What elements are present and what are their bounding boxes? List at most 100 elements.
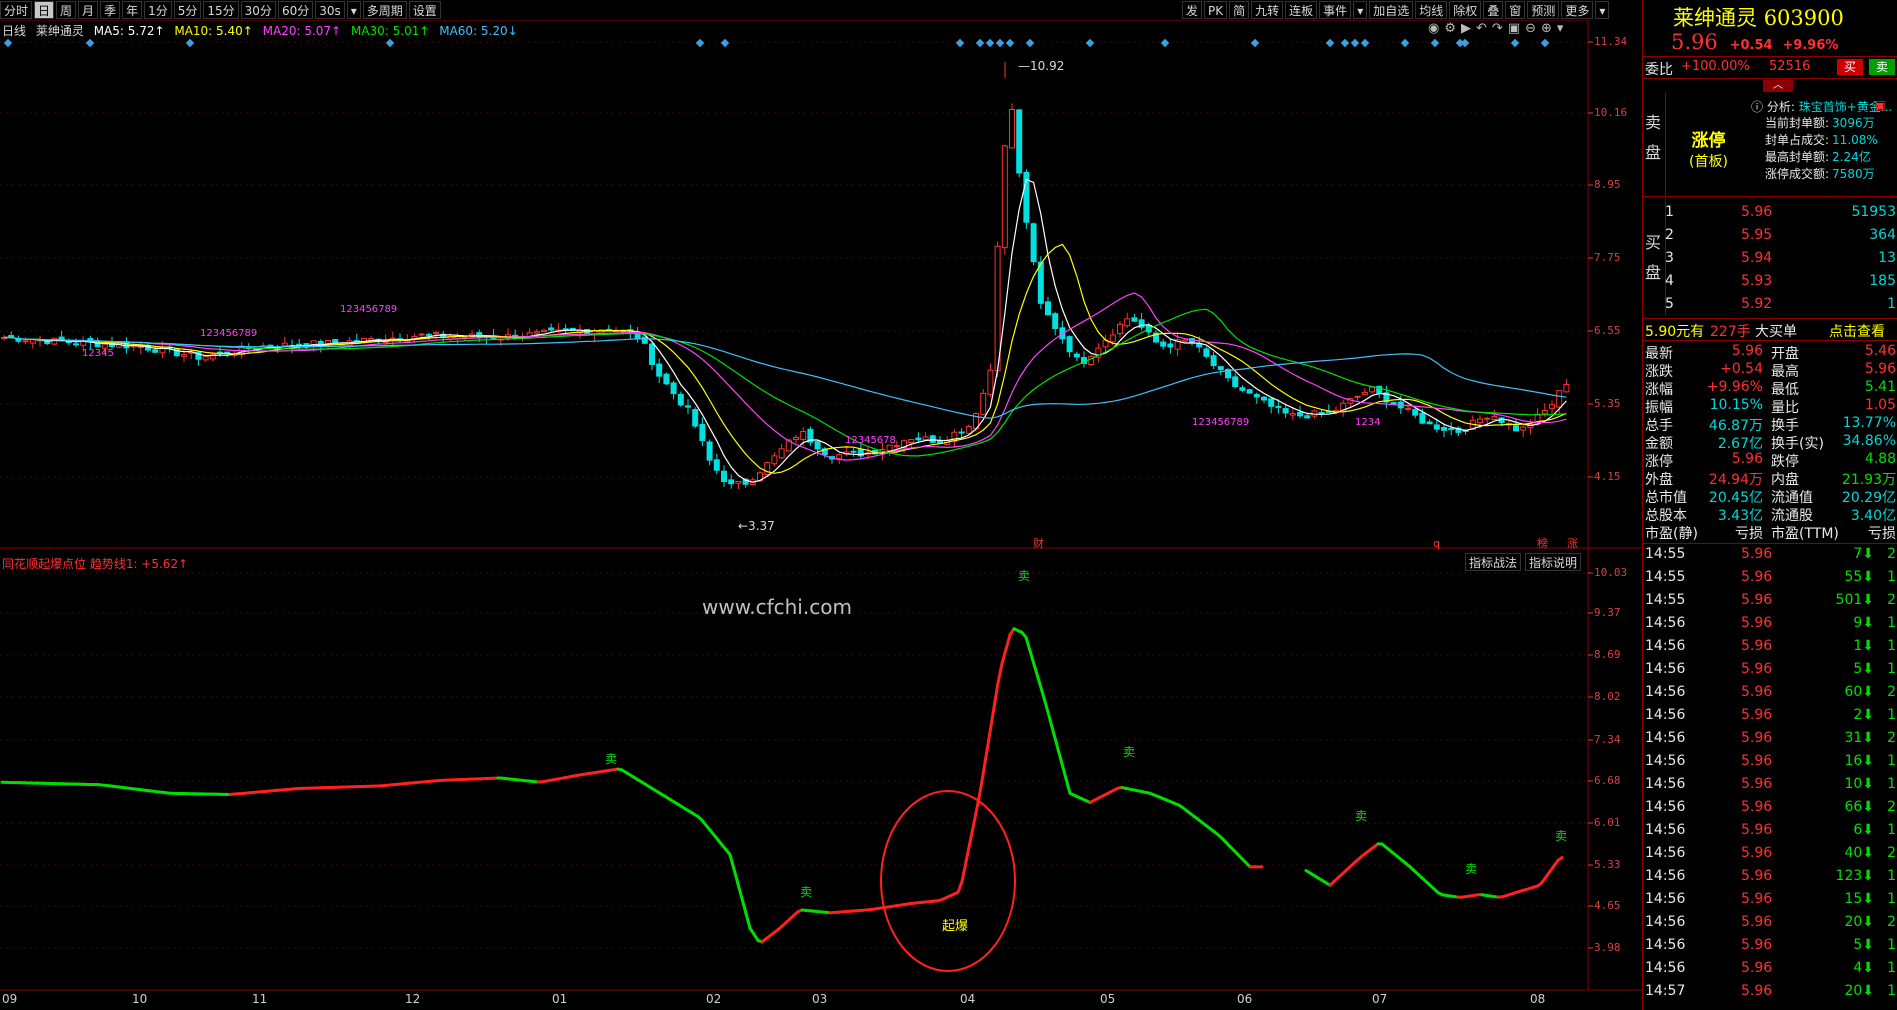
toolbar-btn-13[interactable]: 多周期 <box>362 1 407 19</box>
countdown-digits: 123456789 <box>200 328 257 339</box>
big-order-link[interactable]: 点击查看 <box>1829 321 1885 341</box>
redo-icon[interactable]: ↷ <box>1492 21 1508 36</box>
toolbar-btn-5[interactable]: 年 <box>122 1 143 19</box>
tick-volume: 123⬇ <box>1836 868 1874 884</box>
toolbar-right-btn-7[interactable]: 加自选 <box>1369 1 1414 19</box>
diamond-marker <box>1510 38 1520 48</box>
diamond-marker <box>1540 38 1550 48</box>
zoom-out-icon[interactable]: ⊖ <box>1525 21 1541 36</box>
candle-body <box>677 393 684 406</box>
toolbar-btn-10[interactable]: 60分 <box>277 1 314 19</box>
settings-icon[interactable]: ⚙ <box>1444 21 1461 36</box>
tick-price: 5.96 <box>1741 914 1773 930</box>
candle-body <box>1405 407 1411 410</box>
toolbar-right-btn-13[interactable]: 更多 <box>1561 1 1594 19</box>
bid-row[interactable]: 2 5.95 364 <box>1643 227 1897 245</box>
bid-volume: 1 <box>1887 296 1896 312</box>
tick-volume-value: 1 <box>1853 638 1863 654</box>
zoom-in-icon[interactable]: ⊕ <box>1541 21 1557 36</box>
bid-volume: 51953 <box>1851 204 1896 220</box>
tick-price: 5.96 <box>1741 592 1773 608</box>
candle-body <box>1016 109 1023 174</box>
toolbar-btn-3[interactable]: 月 <box>78 1 99 19</box>
toolbar-right-btn-12[interactable]: 预测 <box>1527 1 1560 19</box>
sell-button[interactable]: 卖 <box>1869 59 1895 75</box>
toolbar-btn-1[interactable]: 日 <box>34 1 55 19</box>
candle-body <box>1390 401 1397 405</box>
toolbar-right-btn-1[interactable]: PK <box>1204 1 1228 19</box>
bookmark-icon[interactable]: ▣ <box>1875 98 1886 112</box>
toolbar-right-btn-6[interactable]: ▾ <box>1353 1 1368 19</box>
ma60-label: MA60: 5.20↓ <box>439 24 518 38</box>
tick-count: 2 <box>1887 592 1896 608</box>
toolbar-btn-8[interactable]: 15分 <box>203 1 239 19</box>
toolbar-right-btn-11[interactable]: 窗 <box>1505 1 1526 19</box>
sell-marker: 卖 <box>605 752 617 766</box>
event-mark: 财 <box>1033 536 1044 550</box>
toolbar-right-btn-9[interactable]: 除权 <box>1449 1 1482 19</box>
stat-value: 21.93万 <box>1841 472 1896 488</box>
toolbar-right-btn-5[interactable]: 事件 <box>1319 1 1352 19</box>
time-tick: 02 <box>706 992 722 1006</box>
candle-body <box>1030 223 1037 263</box>
stock-title: 莱绅通灵 603900 <box>1673 2 1844 32</box>
indicator-help-button[interactable]: 指标说明 <box>1525 553 1582 571</box>
price-tick: 4.15 <box>1594 470 1621 483</box>
tick-price: 5.96 <box>1741 868 1773 884</box>
candle-body <box>1361 391 1368 396</box>
tick-count: 2 <box>1887 730 1896 746</box>
toolbar-right-btn-10[interactable]: 叠 <box>1483 1 1504 19</box>
toolbar-btn-0[interactable]: 分时 <box>0 1 33 19</box>
tick-volume: 10⬇ <box>1844 776 1874 792</box>
trend-segment <box>996 662 1004 685</box>
tick-row: 14:56 5.96 66⬇ 2 <box>1643 799 1897 817</box>
tick-volume-value: 20 <box>1844 914 1863 930</box>
bid-row[interactable]: 1 5.96 51953 <box>1643 204 1897 222</box>
time-tick: 06 <box>1237 992 1253 1006</box>
menu-icon[interactable]: ▾ <box>1557 21 1569 36</box>
stat-label: 总股本 <box>1645 508 1687 524</box>
tick-price: 5.96 <box>1741 569 1773 585</box>
chart-canvas[interactable]: —10.92 ←3.37 财 q 榜 涨 123456789 12345 123456789 12… <box>0 0 1642 1010</box>
collapse-icon[interactable]: ︿ <box>1763 80 1793 92</box>
toolbar-btn-2[interactable]: 周 <box>56 1 77 19</box>
play-icon[interactable]: ▶ <box>1461 21 1476 36</box>
toolbar-right-btn-8[interactable]: 均线 <box>1415 1 1448 19</box>
toolbar-right-btn-2[interactable]: 简 <box>1229 1 1250 19</box>
toolbar-btn-7[interactable]: 5分 <box>173 1 202 19</box>
candle-body <box>1210 355 1217 367</box>
toolbar-right-btn-3[interactable]: 九转 <box>1251 1 1284 19</box>
undo-icon[interactable]: ↶ <box>1476 21 1492 36</box>
toolbar-btn-12[interactable]: ▾ <box>346 1 361 19</box>
ma20-label: MA20: 5.07↑ <box>262 24 342 38</box>
candle-body <box>1275 405 1282 408</box>
eye-icon[interactable]: ◉ <box>1428 21 1444 36</box>
bid-row[interactable]: 5 5.92 1 <box>1643 296 1897 314</box>
toolbar-btn-11[interactable]: 30s <box>315 1 345 19</box>
toolbar-btn-14[interactable]: 设置 <box>408 1 441 19</box>
tick-volume: 7⬇ <box>1853 546 1874 562</box>
candle-body <box>541 329 547 333</box>
tick-price: 5.96 <box>1741 707 1773 723</box>
bid-row[interactable]: 3 5.94 13 <box>1643 250 1897 268</box>
tick-row: 14:55 5.96 7⬇ 2 <box>1643 546 1897 564</box>
diamond-marker <box>85 38 95 48</box>
toolbar-btn-9[interactable]: 30分 <box>240 1 276 19</box>
tick-time: 14:56 <box>1645 753 1686 769</box>
toolbar-right-btn-14[interactable]: ▾ <box>1595 1 1610 19</box>
tick-count: 1 <box>1887 822 1896 838</box>
time-tick: 09 <box>2 992 18 1006</box>
tick-volume-value: 60 <box>1844 684 1863 700</box>
big-order-row: 5.90元有 227手 大买单 点击查看 <box>1643 321 1897 341</box>
candle-body <box>1282 408 1289 414</box>
toolbar-right-btn-0[interactable]: 发 <box>1182 1 1203 19</box>
candle-body <box>814 441 821 450</box>
tick-count: 1 <box>1887 569 1896 585</box>
toolbar-btn-4[interactable]: 季 <box>100 1 121 19</box>
indicator-strategy-button[interactable]: 指标战法 <box>1465 553 1522 571</box>
bid-row[interactable]: 4 5.93 185 <box>1643 273 1897 291</box>
lock-icon[interactable]: ▣ <box>1508 21 1525 36</box>
toolbar-right-btn-4[interactable]: 连板 <box>1285 1 1318 19</box>
buy-button[interactable]: 买 <box>1837 59 1863 75</box>
toolbar-btn-6[interactable]: 1分 <box>144 1 172 19</box>
